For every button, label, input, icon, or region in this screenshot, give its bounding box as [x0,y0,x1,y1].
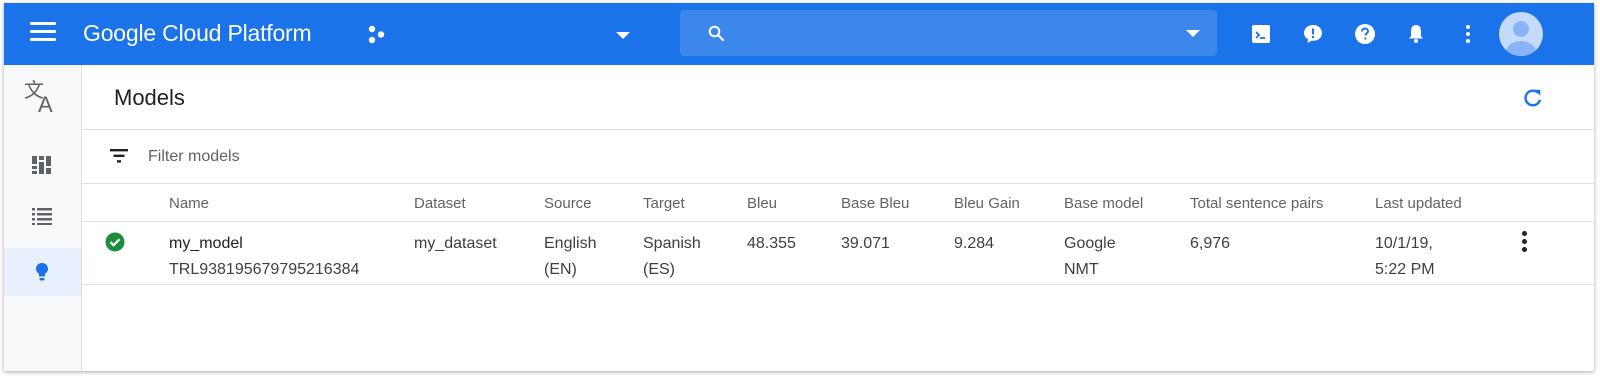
source-language: English [544,235,597,252]
help-icon[interactable] [1353,22,1377,46]
target-code: (ES) [643,261,675,278]
translate-icon: 文 A [24,79,53,115]
divider [82,221,1594,222]
target-cell: Spanish (ES) [643,231,701,283]
dashboard-icon [32,156,51,174]
base-model-line1: Google [1064,235,1116,252]
column-header-source[interactable]: Source [544,195,592,212]
lightbulb-icon [36,263,48,281]
search-dropdown-icon[interactable] [1186,30,1200,37]
divider [82,129,1594,130]
model-id: TRL938195679795216384 [169,261,360,278]
search-bar[interactable] [680,10,1217,56]
column-header-last-updated[interactable]: Last updated [1375,195,1462,212]
nav-item-datasets[interactable] [4,193,81,241]
base-model-line2: NMT [1064,261,1099,278]
page-title: Models [114,85,185,110]
source-code: (EN) [544,261,577,278]
left-nav: 文 A [4,65,82,371]
column-header-dataset[interactable]: Dataset [414,195,466,212]
filter-models-input[interactable] [146,145,550,169]
column-header-bleu-gain[interactable]: Bleu Gain [954,195,1020,212]
refresh-icon[interactable] [1522,87,1544,109]
column-header-name[interactable]: Name [169,195,209,212]
list-icon [32,208,52,225]
last-updated-date: 10/1/19, [1375,235,1433,252]
cloud-shell-icon[interactable] [1249,22,1273,46]
column-header-base-model[interactable]: Base model [1064,195,1143,212]
column-header-total-sentence-pairs[interactable]: Total sentence pairs [1190,195,1323,212]
app-window: Google Cloud Platform 文 A Models Filter … [4,3,1594,371]
filter-icon [110,149,128,163]
dataset-cell: my_dataset [414,235,497,252]
person-icon [1506,21,1536,56]
brand-title[interactable]: Google Cloud Platform [83,20,312,47]
last-updated-cell: 10/1/19, 5:22 PM [1375,231,1435,283]
divider [82,183,1594,184]
divider [82,284,1594,285]
svg-text:A: A [38,92,53,115]
column-header-base-bleu[interactable]: Base Bleu [841,195,909,212]
column-header-target[interactable]: Target [643,195,685,212]
base-bleu-cell: 39.071 [841,235,890,252]
main-content: Models Name Dataset Source Target Bleu B… [82,65,1594,371]
account-avatar[interactable] [1499,12,1543,56]
project-icon[interactable] [366,24,388,46]
total-pairs-cell: 6,976 [1190,235,1231,252]
top-app-bar: Google Cloud Platform [4,3,1594,65]
menu-icon[interactable] [30,22,56,46]
column-header-bleu[interactable]: Bleu [747,195,777,212]
source-cell: English (EN) [544,231,596,283]
more-vert-icon[interactable] [1456,22,1480,46]
nav-item-models[interactable] [4,248,81,296]
nav-item-dashboard[interactable] [4,141,81,189]
search-input[interactable] [736,18,1180,50]
last-updated-time: 5:22 PM [1375,261,1435,278]
target-language: Spanish [643,235,701,252]
model-name-cell[interactable]: my_model TRL938195679795216384 [169,231,359,283]
feedback-icon[interactable] [1301,22,1325,46]
bleu-gain-cell: 9.284 [954,235,995,252]
notifications-icon[interactable] [1404,22,1428,46]
bleu-cell: 48.355 [747,235,796,252]
base-model-cell: Google NMT [1064,231,1116,283]
project-dropdown-icon[interactable] [616,32,630,39]
row-more-vert-icon[interactable] [1520,231,1528,257]
model-name-link[interactable]: my_model [169,231,359,257]
search-icon [708,25,724,41]
check-circle-icon [105,232,125,252]
